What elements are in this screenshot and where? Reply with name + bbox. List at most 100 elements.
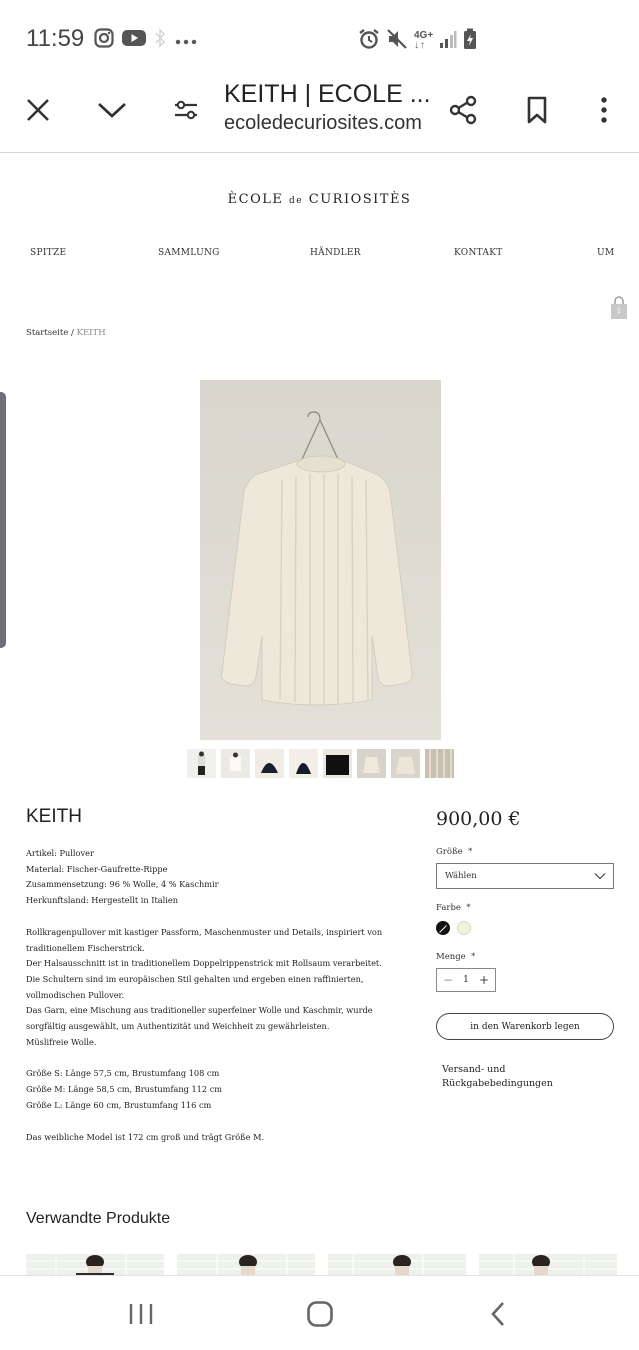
desc-spacer <box>26 909 386 925</box>
browser-toolbar: KEITH | ECOLE ... ecoledecuriosites.com <box>0 68 639 153</box>
related-product-card[interactable] <box>479 1254 617 1276</box>
share-icon <box>449 95 477 125</box>
page-settings-button[interactable] <box>166 90 206 130</box>
youtube-icon <box>122 29 146 51</box>
desc-line: Der Halsausschnitt ist in traditionellem… <box>26 958 382 1000</box>
breadcrumb: Startseite / KEITH <box>26 328 106 338</box>
product-main-image[interactable] <box>200 380 441 740</box>
thumbnail-4[interactable] <box>289 749 318 778</box>
chevron-down-icon <box>594 873 606 880</box>
nav-item-haendler[interactable]: HÄNDLER <box>310 248 361 258</box>
more-menu-button[interactable] <box>584 90 624 130</box>
thumbnail-8[interactable] <box>425 749 454 778</box>
related-product-card[interactable] <box>328 1254 466 1276</box>
desc-line: Größe L: Länge 60 cm, Brustumfang 116 cm <box>26 1099 212 1110</box>
nav-item-kontakt[interactable]: KONTAKT <box>454 248 503 258</box>
brand-part-2: de <box>289 196 304 206</box>
home-icon <box>307 1301 333 1327</box>
quantity-value[interactable]: 1 <box>463 975 469 985</box>
thumbnail-5[interactable] <box>323 749 352 778</box>
size-select[interactable]: Wählen <box>436 863 614 889</box>
color-label-text: Farbe <box>436 903 461 913</box>
related-product-card[interactable] <box>26 1254 164 1276</box>
breadcrumb-separator: / <box>68 328 77 338</box>
close-tab-button[interactable] <box>18 90 58 130</box>
required-mark: * <box>466 903 471 913</box>
size-select-value: Wählen <box>445 871 477 881</box>
quantity-stepper: − 1 + <box>436 968 496 992</box>
related-products-list <box>26 1254 617 1276</box>
sweater-image <box>200 380 441 740</box>
size-label: Größe * <box>436 847 472 857</box>
thumbnail-6[interactable] <box>357 749 386 778</box>
breadcrumb-home[interactable]: Startseite <box>26 328 68 338</box>
color-swatch-black[interactable] <box>436 921 450 935</box>
desc-line: Herkunftsland: Hergestellt in Italien <box>26 895 179 906</box>
cart-button[interactable]: 1 <box>610 296 628 320</box>
related-product-card[interactable] <box>177 1254 315 1276</box>
increment-button[interactable]: + <box>479 973 489 987</box>
desc-line: Größe M: Länge 58,5 cm, Brustumfang 112 … <box>26 1084 223 1095</box>
home-button[interactable] <box>300 1298 340 1330</box>
desc-line: Das Garn, eine Mischung aus traditionell… <box>26 1005 373 1032</box>
desc-line: Artikel: Pullover <box>26 848 94 858</box>
size-label-text: Größe <box>436 847 463 857</box>
recent-apps-button[interactable] <box>121 1298 161 1330</box>
back-button[interactable] <box>478 1298 518 1330</box>
close-icon <box>27 99 49 121</box>
product-price: 900,00 € <box>436 808 521 830</box>
shipping-policy-link[interactable]: Versand- und Rückgabebedingungen <box>442 1063 572 1091</box>
product-title: KEITH <box>26 806 82 827</box>
desc-line: Rollkragenpullover mit kastiger Passform… <box>26 926 383 953</box>
bluetooth-icon <box>154 28 166 52</box>
system-navigation-bar <box>0 1275 639 1350</box>
desc-line: Größe S: Länge 57,5 cm, Brustumfang 108 … <box>26 1068 220 1079</box>
brand-part-3: CURIOSITÈS <box>308 192 412 207</box>
back-icon <box>491 1302 504 1326</box>
bookmark-button[interactable] <box>517 90 557 130</box>
brand-part-1: ÈCOLE <box>227 192 284 207</box>
thumbnail-2[interactable] <box>221 749 250 778</box>
thumbnail-7[interactable] <box>391 749 420 778</box>
add-to-cart-button[interactable]: in den Warenkorb legen <box>436 1013 614 1040</box>
scroll-indicator[interactable] <box>0 392 6 648</box>
related-products-title: Verwandte Produkte <box>26 1210 171 1227</box>
nav-item-spitze[interactable]: SPITZE <box>30 248 66 258</box>
product-thumbnails <box>187 749 454 778</box>
recent-apps-icon <box>129 1304 153 1324</box>
share-button[interactable] <box>443 90 483 130</box>
thumbnail-1[interactable] <box>187 749 216 778</box>
4g-icon: 4G+ ↓↑ <box>414 30 434 51</box>
thumbnail-3[interactable] <box>255 749 284 778</box>
signal-icon <box>439 29 457 53</box>
mute-icon <box>386 28 408 54</box>
color-label: Farbe * <box>436 903 471 913</box>
desc-line: Zusammensetzung: 96 % Wolle, 4 % Kaschmi… <box>26 879 219 890</box>
site-nav: SPITZE SAMMLUNG HÄNDLER KONTAKT UM <box>0 248 639 262</box>
status-time: 11:59 <box>26 25 85 52</box>
battery-charging-icon <box>463 28 477 54</box>
url-block[interactable]: KEITH | ECOLE ... ecoledecuriosites.com <box>224 80 434 135</box>
status-icons-left <box>94 28 198 52</box>
collapse-button[interactable] <box>92 90 132 130</box>
desc-line: Material: Fischer-Gaufrette-Rippe <box>26 863 168 874</box>
more-dots-icon <box>174 31 198 50</box>
site-logo[interactable]: ÈCOLE de CURIOSITÈS <box>0 192 639 207</box>
desc-line: Müslifreie Wolle. <box>26 1036 97 1047</box>
alarm-icon <box>358 28 380 54</box>
cart-count: 1 <box>616 307 622 315</box>
product-description: Artikel: Pullover Material: Fischer-Gauf… <box>26 846 386 1145</box>
color-swatch-cream[interactable] <box>457 921 471 935</box>
quantity-label-text: Menge <box>436 952 466 962</box>
page-domain: ecoledecuriosites.com <box>224 112 422 134</box>
desc-spacer <box>26 1050 386 1066</box>
nav-item-um[interactable]: UM <box>597 248 614 258</box>
decrement-button[interactable]: − <box>443 973 453 987</box>
nav-item-sammlung[interactable]: SAMMLUNG <box>158 248 220 258</box>
chevron-down-icon <box>98 102 126 118</box>
desc-line: Das weibliche Model ist 172 cm groß und … <box>26 1131 265 1142</box>
status-icons-right: 4G+ ↓↑ <box>358 28 477 54</box>
bookmark-icon <box>527 96 547 124</box>
page-title: KEITH | ECOLE ... <box>224 80 431 108</box>
desc-spacer <box>26 1114 386 1130</box>
